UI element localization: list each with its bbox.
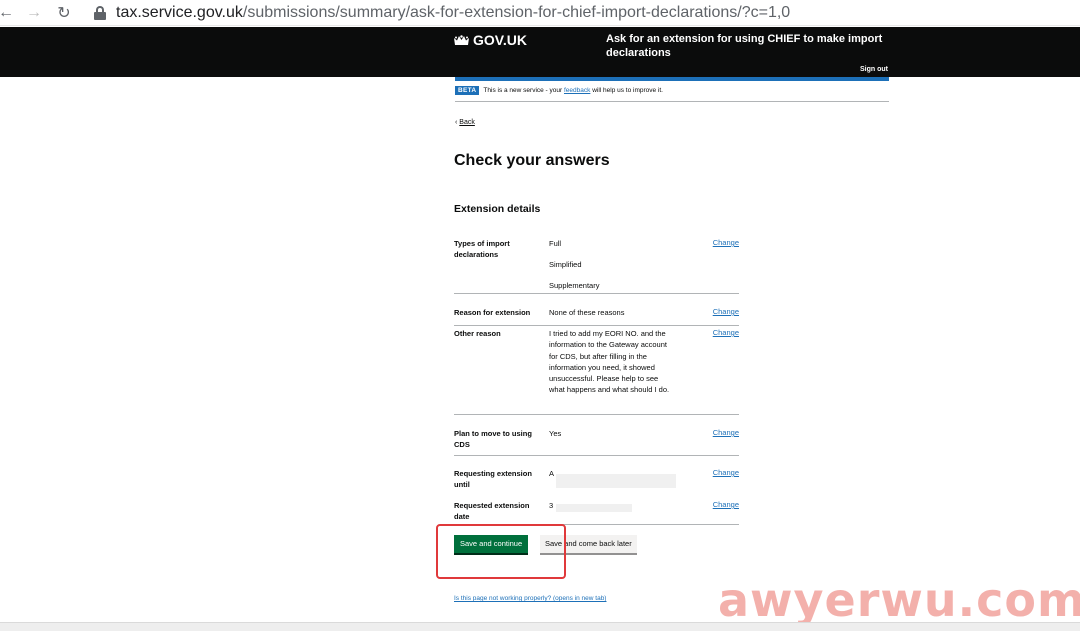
- reload-icon[interactable]: ↻: [52, 1, 76, 25]
- section-title: Extension details: [454, 203, 541, 215]
- redacted-area: [556, 504, 632, 512]
- value-line: Supplementary: [549, 280, 600, 290]
- govuk-logo-link[interactable]: GOV.UK: [454, 32, 527, 48]
- crown-icon: [454, 34, 469, 45]
- header-accent-strip: [455, 77, 889, 81]
- summary-key: Reason for extension: [454, 308, 531, 317]
- govuk-logo-text: GOV.UK: [473, 32, 527, 48]
- beta-tag: BETA: [455, 86, 480, 95]
- summary-key: Requesting extension until: [454, 469, 532, 489]
- highlight-box: [436, 524, 566, 579]
- back-link-label: Back: [459, 119, 475, 126]
- watermark: awyerwu.com: [718, 573, 1080, 627]
- sign-out-link[interactable]: Sign out: [860, 66, 888, 73]
- redacted-area: [556, 474, 676, 488]
- url-path: /submissions/summary/ask-for-extension-f…: [242, 3, 791, 21]
- value-line: Full: [549, 239, 562, 248]
- summary-key: Plan to move to using CDS: [454, 429, 532, 449]
- feedback-link[interactable]: feedback: [564, 87, 590, 94]
- summary-row-plan: Plan to move to using CDS Yes Change: [454, 428, 739, 456]
- summary-value: None of these reasons: [549, 308, 625, 317]
- change-link-date[interactable]: Change: [713, 500, 739, 509]
- back-arrow-icon[interactable]: ←: [0, 1, 18, 25]
- forward-arrow-icon[interactable]: →: [22, 1, 46, 25]
- summary-row-other-reason: Other reason I tried to add my EORI NO. …: [454, 327, 739, 415]
- url-domain: tax.service.gov.uk: [116, 3, 243, 21]
- change-link-until[interactable]: Change: [713, 468, 739, 477]
- page-not-working-link[interactable]: Is this page not working properly? (open…: [454, 595, 606, 602]
- summary-row-date: Requested extension date 3 Change: [454, 499, 739, 525]
- service-name-link[interactable]: Ask for an extension for using CHIEF to …: [606, 32, 886, 60]
- summary-row-types: Types of import declarations Full Simpli…: [454, 237, 739, 294]
- beta-text-after: will help us to improve it.: [592, 87, 663, 94]
- browser-bottom-bar: [0, 622, 1080, 631]
- change-link-reason[interactable]: Change: [713, 307, 739, 316]
- address-bar[interactable]: tax.service.gov.uk/submissions/summary/a…: [116, 4, 790, 22]
- change-link-types[interactable]: Change: [713, 238, 739, 247]
- summary-value: Full Simplified Supplementary: [549, 238, 674, 300]
- chevron-left-icon: ‹: [455, 119, 458, 126]
- beta-text: This is a new service - your feedback wi…: [483, 86, 663, 96]
- lock-icon[interactable]: [94, 5, 106, 20]
- change-link-other-reason[interactable]: Change: [713, 328, 739, 337]
- summary-row-reason: Reason for extension None of these reaso…: [454, 306, 739, 326]
- page-title: Check your answers: [454, 152, 610, 169]
- summary-key: Requested extension date: [454, 501, 530, 521]
- summary-value: Yes: [549, 429, 562, 438]
- change-link-plan[interactable]: Change: [713, 428, 739, 437]
- summary-key: Types of import declarations: [454, 239, 510, 259]
- summary-key: Other reason: [454, 329, 501, 338]
- govuk-header: GOV.UK Ask for an extension for using CH…: [0, 27, 1080, 77]
- beta-text-before: This is a new service - your: [483, 87, 563, 94]
- phase-banner: BETA This is a new service - your feedba…: [455, 86, 889, 102]
- back-link[interactable]: ‹ Back: [455, 119, 475, 126]
- browser-toolbar: ← → ↻ tax.service.gov.uk/submissions/sum…: [0, 0, 1080, 26]
- value-line: Simplified: [549, 259, 582, 269]
- summary-value: I tried to add my EORI NO. and the infor…: [549, 329, 670, 395]
